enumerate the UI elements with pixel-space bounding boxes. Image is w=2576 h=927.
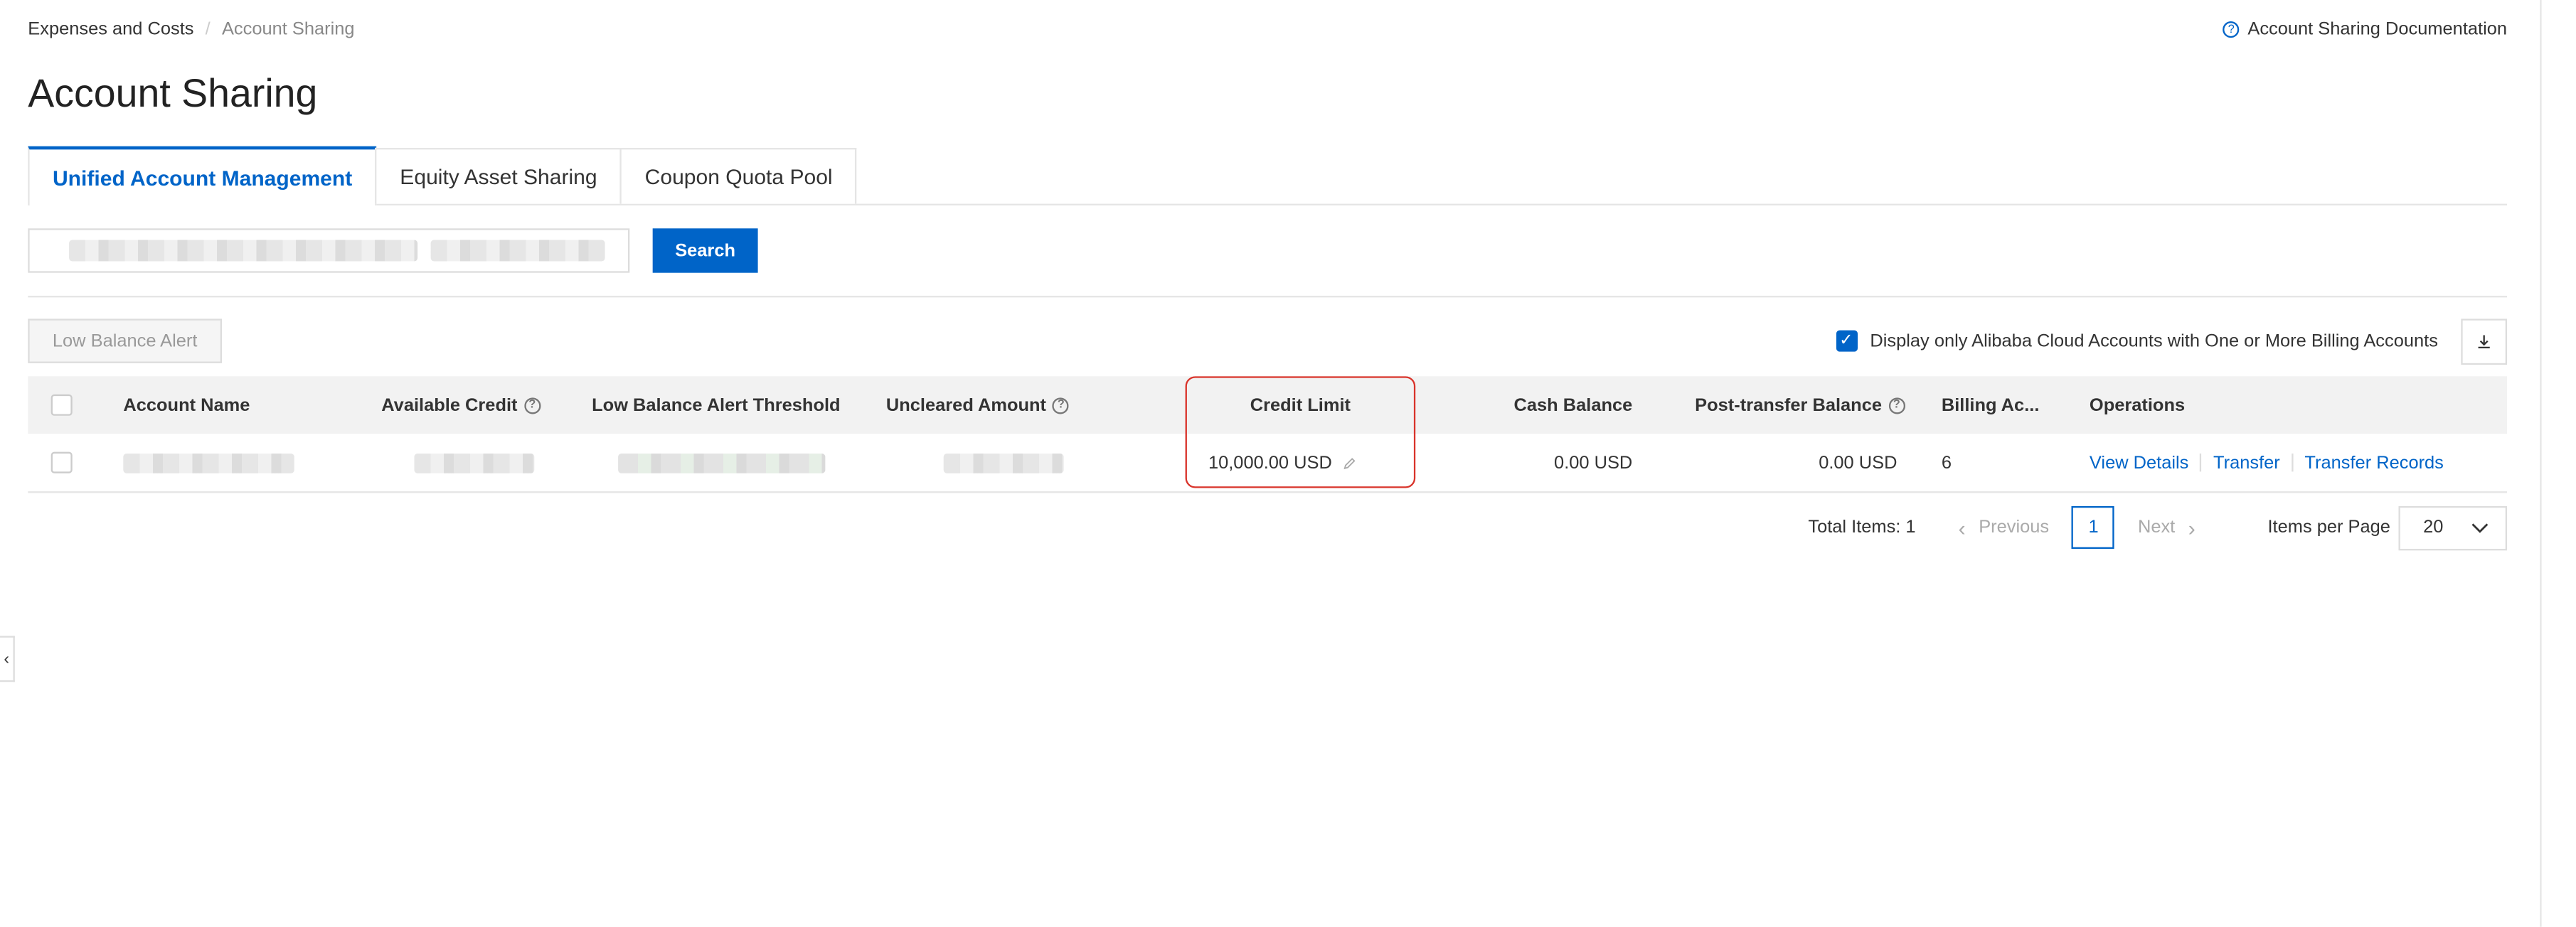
redacted-available-credit: [414, 452, 535, 473]
help-circle-icon: ?: [2223, 21, 2240, 38]
tab-bar: Unified Account Management Equity Asset …: [28, 146, 2508, 205]
download-button[interactable]: [2461, 318, 2508, 365]
redacted-threshold: [618, 452, 826, 473]
search-input[interactable]: [28, 228, 630, 273]
billing-accounts-cell: 6: [1941, 452, 1952, 473]
chevron-right-icon: ›: [2188, 515, 2196, 540]
help-circle-icon[interactable]: ?: [1888, 397, 1905, 414]
header-account-name: Account Name: [123, 395, 250, 415]
header-operations: Operations: [2089, 395, 2186, 415]
items-per-page-value: 20: [2423, 518, 2444, 537]
operations-divider: [2200, 453, 2202, 472]
header-credit-limit: Credit Limit: [1250, 395, 1351, 415]
low-balance-alert-button[interactable]: Low Balance Alert: [28, 318, 223, 363]
header-post-transfer-balance: Post-transfer Balance ?: [1695, 376, 1905, 434]
filter-checkbox[interactable]: ✓: [1835, 330, 1857, 352]
redacted-account-name: [123, 452, 294, 473]
breadcrumb-current: Account Sharing: [221, 19, 355, 40]
available-credit-cell: [414, 434, 535, 491]
items-per-page-select[interactable]: 20: [2398, 505, 2508, 550]
filter-label: Display only Alibaba Cloud Accounts with…: [1870, 331, 2438, 351]
total-items: Total Items: 1: [1808, 518, 1916, 537]
redacted-search-text: [430, 240, 605, 262]
uncleared-amount-cell: [943, 434, 1064, 491]
table-row: 10,000.00 USD 0.00 USD 0.00 USD 6 View D…: [28, 434, 2508, 493]
search-button[interactable]: Search: [652, 228, 758, 273]
row-checkbox[interactable]: [50, 451, 73, 473]
select-all-checkbox[interactable]: [50, 394, 73, 416]
tab-coupon-quota-pool[interactable]: Coupon Quota Pool: [619, 148, 858, 204]
chevron-left-icon: ‹: [4, 650, 10, 668]
section-divider: [28, 296, 2508, 298]
next-label: Next: [2137, 518, 2176, 537]
redacted-uncleared-amount: [943, 452, 1064, 473]
next-page-button[interactable]: Next ›: [2138, 515, 2196, 540]
content-right-border: [2540, 0, 2542, 927]
page-title: Account Sharing: [28, 72, 318, 117]
breadcrumb-parent[interactable]: Expenses and Costs: [28, 20, 193, 40]
edit-icon[interactable]: [1343, 456, 1356, 468]
table-header: Account Name Available Credit ? Low Bala…: [28, 376, 2508, 434]
redacted-search-text: [69, 240, 418, 262]
tab-unified-account-management[interactable]: Unified Account Management: [28, 146, 377, 205]
header-uncleared-amount-label: Uncleared Amount: [885, 395, 1047, 415]
accounts-table: Account Name Available Credit ? Low Bala…: [28, 376, 2508, 493]
low-balance-threshold-cell: [618, 434, 826, 491]
header-billing-accounts: Billing Ac...: [1941, 395, 2040, 415]
header-uncleared-amount: Uncleared Amount ?: [885, 376, 1070, 434]
help-circle-icon[interactable]: ?: [523, 397, 541, 414]
chevron-left-icon: ‹: [1958, 515, 1966, 540]
breadcrumb: Expenses and Costs / Account Sharing: [28, 20, 354, 40]
account-name-cell: [123, 434, 294, 491]
view-details-link[interactable]: View Details: [2090, 453, 2188, 473]
post-transfer-balance-cell: 0.00 USD: [1819, 452, 1898, 473]
header-cash-balance: Cash Balance: [1513, 395, 1633, 415]
header-available-credit-label: Available Credit: [381, 395, 518, 415]
collapse-sidebar-button[interactable]: ‹: [0, 636, 15, 682]
breadcrumb-separator: /: [205, 19, 211, 40]
header-post-transfer-balance-label: Post-transfer Balance: [1695, 395, 1883, 415]
help-circle-icon[interactable]: ?: [1053, 397, 1070, 414]
items-per-page-label: Items per Page: [2267, 518, 2390, 537]
documentation-link[interactable]: ? Account Sharing Documentation: [2223, 19, 2508, 40]
page-number-button[interactable]: 1: [2072, 505, 2115, 550]
pagination: Total Items: 1 ‹ Previous 1 Next › Items…: [1808, 505, 2508, 551]
row-select-cell: [50, 434, 73, 491]
operations-divider: [2291, 453, 2294, 472]
billing-accounts-filter[interactable]: ✓ Display only Alibaba Cloud Accounts wi…: [1835, 330, 2438, 352]
transfer-link[interactable]: Transfer: [2213, 453, 2280, 473]
select-all-cell: [50, 376, 73, 434]
chevron-down-icon: [2471, 523, 2489, 532]
header-low-balance-threshold: Low Balance Alert Threshold: [592, 395, 841, 415]
previous-label: Previous: [1979, 518, 2050, 537]
operations-cell: View Details Transfer Transfer Records: [2090, 434, 2444, 491]
header-available-credit: Available Credit ?: [381, 376, 541, 434]
transfer-records-link[interactable]: Transfer Records: [2304, 453, 2443, 473]
credit-limit-value: 10,000.00 USD: [1208, 452, 1332, 473]
previous-page-button[interactable]: ‹ Previous: [1959, 515, 2049, 540]
tab-equity-asset-sharing[interactable]: Equity Asset Sharing: [375, 148, 622, 204]
cash-balance-cell: 0.00 USD: [1554, 452, 1633, 473]
documentation-link-label: Account Sharing Documentation: [2247, 19, 2508, 40]
credit-limit-cell: 10,000.00 USD: [1208, 434, 1357, 491]
download-icon: [2478, 335, 2490, 349]
